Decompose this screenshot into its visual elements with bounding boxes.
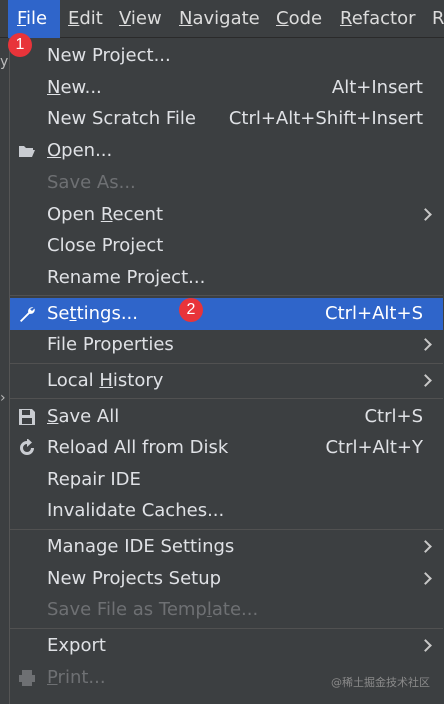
open-recent-label: Open Recent [47,204,164,225]
menu-bar: File Edit View Navigate Code Refactor R [0,0,444,38]
printer-icon [19,670,35,686]
chevron-right-icon [419,540,432,553]
local-history-label: Local History [47,370,164,391]
save-template-label: Save File as Template... [47,599,259,620]
chevron-right-icon [419,338,432,351]
chevron-right-icon [419,572,432,585]
menu-item-repair-ide[interactable]: Repair IDE [10,464,443,496]
menu-item-local-history[interactable]: Local History [10,365,443,397]
menu-item-close-project[interactable]: Close Project [10,230,443,262]
menu-item-rename-project[interactable]: Rename Project... [10,262,443,294]
menu-run-partial[interactable]: R [432,0,444,38]
menu-separator [10,628,443,629]
settings-shortcut: Ctrl+Alt+S [325,303,423,324]
editor-fragment: y [0,54,9,70]
menu-separator [10,398,443,399]
menu-item-new-scratch-file[interactable]: New Scratch File Ctrl+Alt+Shift+Insert [10,103,443,135]
menu-code[interactable]: Code [276,0,322,38]
menu-edit[interactable]: Edit [68,0,103,38]
menu-item-save-as: Save As... [47,172,136,193]
chevron-right-icon [419,639,432,652]
save-all-label: Save All [47,406,120,427]
menu-item-open[interactable]: Open... [10,135,443,167]
menu-item-file-properties[interactable]: File Properties [10,329,443,361]
folder-open-icon [19,146,35,157]
editor-fragment-arrow: › [0,390,6,406]
menu-navigate[interactable]: Navigate [179,0,260,38]
menu-item-manage-ide-settings[interactable]: Manage IDE Settings [10,531,443,563]
watermark: @稀土掘金技术社区 [331,676,430,689]
ide-background: y › [0,38,9,704]
menu-item-invalidate-caches[interactable]: Invalidate Caches... [10,495,443,527]
menu-separator [10,363,443,364]
chevron-right-icon [419,374,432,387]
save-all-shortcut: Ctrl+S [364,406,423,427]
menu-separator [10,529,443,530]
menu-item-save-file-as-template: Save File as Template... [10,594,443,626]
file-menu-dropdown: New Project... New... Alt+Insert New Scr… [9,38,444,704]
wrench-icon [20,307,35,322]
settings-label: Settings... [47,303,138,324]
menu-item-save-all[interactable]: Save All Ctrl+S [10,401,443,433]
new-scratch-shortcut: Ctrl+Alt+Shift+Insert [228,108,423,129]
menu-item-open-recent[interactable]: Open Recent [10,199,443,231]
step-badge-2: 2 [179,298,203,322]
menu-item-export[interactable]: Export [10,630,443,662]
menu-separator [10,295,443,296]
new-label: New... [47,77,102,98]
save-disk-icon [19,409,35,425]
new-shortcut: Alt+Insert [331,77,423,98]
menu-item-settings[interactable]: Settings... Ctrl+Alt+S [10,298,443,330]
menu-item-new-project[interactable]: New Project... [10,40,443,72]
chevron-right-icon [419,208,432,221]
menu-file[interactable]: File [8,0,60,38]
open-label: Open... [47,140,113,161]
menu-refactor[interactable]: Refactor [340,0,416,38]
refresh-icon [20,439,34,455]
menu-item-new[interactable]: New... Alt+Insert [10,72,443,104]
step-badge-1: 1 [8,33,32,57]
print-label: Print... [47,667,106,688]
menu-item-new-projects-setup[interactable]: New Projects Setup [10,563,443,595]
menu-view[interactable]: View [119,0,162,38]
menu-item-reload-all[interactable]: Reload All from Disk Ctrl+Alt+Y [10,432,443,464]
reload-shortcut: Ctrl+Alt+Y [325,437,423,458]
